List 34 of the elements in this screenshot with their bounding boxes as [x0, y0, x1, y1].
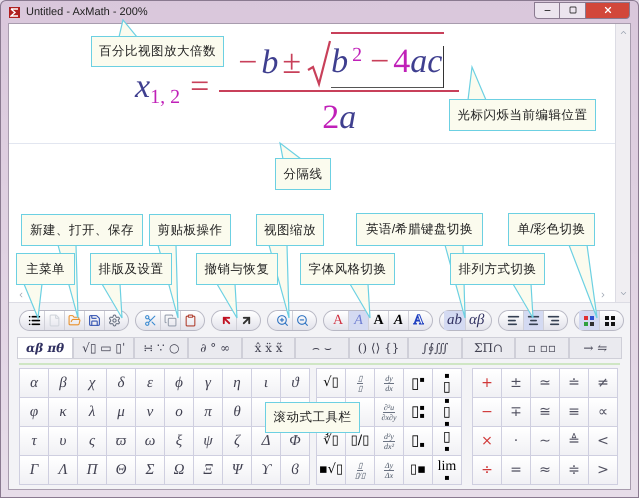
script-template: ▯▪: [411, 433, 425, 449]
template-symbol: ▪√▯: [318, 461, 344, 480]
variable: x: [135, 67, 150, 107]
variable: a: [339, 98, 356, 138]
operator: −: [238, 43, 258, 83]
variable: b: [261, 43, 278, 83]
fraction-template: Δy Δx: [384, 460, 394, 480]
limit-template: lim ▪: [438, 458, 456, 482]
operator: −: [370, 42, 390, 82]
number: 2: [322, 98, 340, 138]
number: 4: [393, 42, 410, 82]
operator: ±: [282, 43, 302, 83]
fraction-template: ∂²u ∂x∂y: [381, 402, 396, 422]
template-symbol: ▯/▯: [350, 432, 370, 450]
callout-label: 单/彩色切换: [508, 213, 595, 246]
callout-tooltip: 滚动式工具栏: [265, 402, 360, 433]
template-symbol: √▯: [323, 374, 339, 392]
limit-template: ▪ ▯: [443, 372, 451, 394]
subscript: 1, 2: [150, 85, 180, 110]
callout-label: 剪贴板操作: [149, 214, 231, 246]
callout-label: 视图缩放: [256, 214, 324, 246]
exponent: 2: [352, 43, 362, 68]
limit-template: ▯ ▪: [443, 430, 451, 452]
fraction-template: ▯ ▯/▯: [354, 460, 366, 480]
fraction-template: ▯ ▯: [357, 374, 363, 392]
variable: ac: [410, 42, 442, 82]
template-symbol: ▯▪: [410, 461, 426, 480]
limit-template: ▪ ▯ ▪: [443, 396, 451, 428]
fraction-template: dy dx: [384, 374, 394, 392]
equals-sign: =: [190, 67, 210, 107]
script-template: ▯▪: [411, 376, 425, 390]
variable: b: [331, 42, 348, 82]
fraction-template: d²y dx²: [383, 432, 395, 450]
window-title: Untitled - AxMath - 200%: [26, 4, 148, 20]
